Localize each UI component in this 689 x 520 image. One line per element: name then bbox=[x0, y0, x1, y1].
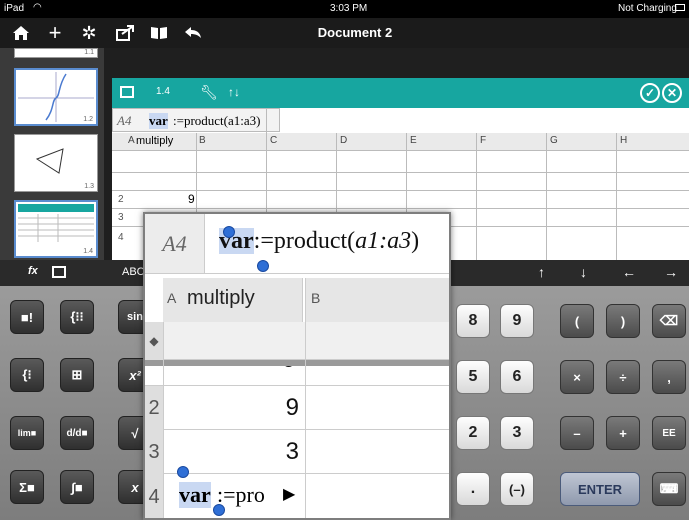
add-icon[interactable]: + bbox=[44, 20, 66, 45]
key-negative[interactable]: (–) bbox=[500, 472, 534, 506]
battery-icon bbox=[675, 4, 685, 11]
formula-arg: a1:a3 bbox=[355, 228, 412, 254]
key-9[interactable]: 9 bbox=[500, 304, 534, 338]
grid-template-key[interactable]: ⊞ bbox=[60, 358, 94, 392]
close-paren-key[interactable]: ) bbox=[606, 304, 640, 338]
arrow-down-icon[interactable]: ↓ bbox=[580, 264, 587, 280]
open-paren-key[interactable]: ( bbox=[560, 304, 594, 338]
matrix-key[interactable]: {⁝⁝ bbox=[60, 300, 94, 334]
gear-icon[interactable]: ✲ bbox=[78, 22, 100, 44]
page-thumbnail-1-2[interactable]: 1.2 bbox=[14, 68, 98, 126]
status-bar: iPad ◠ 3:03 PM Not Charging bbox=[0, 0, 689, 18]
key-2[interactable]: 2 bbox=[456, 416, 490, 450]
arrow-left-icon[interactable]: ← bbox=[622, 264, 636, 280]
formula-row[interactable]: ◆ bbox=[145, 322, 449, 360]
wifi-icon: ◠ bbox=[33, 2, 42, 13]
formula-bar-small[interactable]: A4 var :=product(a1:a3) bbox=[112, 108, 280, 132]
magnifier-loupe: A4 var:=product(a1:a3) A multiply B ◆ 6 … bbox=[143, 212, 451, 520]
abc-tab[interactable]: ABC bbox=[122, 266, 145, 278]
grid-line bbox=[112, 172, 689, 173]
table-row[interactable]: 3 3 bbox=[145, 430, 449, 474]
fx-tab[interactable]: fx bbox=[28, 265, 38, 277]
template-icon[interactable] bbox=[52, 266, 66, 278]
table-row[interactable]: 6 bbox=[145, 366, 449, 386]
plus-key[interactable]: + bbox=[606, 416, 640, 450]
key-8[interactable]: 8 bbox=[456, 304, 490, 338]
formula-close: ) bbox=[411, 228, 420, 254]
cell-handle-start[interactable] bbox=[177, 466, 189, 478]
arrow-up-icon[interactable]: ↑ bbox=[538, 264, 545, 280]
grid-line bbox=[476, 133, 477, 263]
arrow-right-icon[interactable]: → bbox=[664, 264, 678, 280]
grid-line bbox=[112, 208, 689, 209]
divide-key[interactable]: ÷ bbox=[606, 360, 640, 394]
sort-icon[interactable]: ↑↓ bbox=[228, 85, 240, 99]
multiply-key[interactable]: × bbox=[560, 360, 594, 394]
comma-key[interactable]: , bbox=[652, 360, 686, 394]
grid-line bbox=[112, 190, 689, 191]
share-icon[interactable] bbox=[114, 22, 136, 44]
geometry-thumbnail-icon bbox=[35, 148, 64, 174]
delete-icon[interactable]: ⌫ bbox=[652, 304, 686, 338]
page-thumbnail-1-1[interactable]: 1.1 bbox=[14, 48, 98, 58]
page-tab[interactable]: 1.4 bbox=[156, 86, 170, 97]
limit-key[interactable]: lim■ bbox=[10, 416, 44, 450]
formula-bar[interactable]: var:=product(a1:a3) bbox=[205, 214, 449, 274]
device-label: iPad bbox=[4, 3, 25, 14]
overflow-arrow-icon: ▶ bbox=[283, 486, 296, 503]
grid-line bbox=[616, 133, 617, 263]
document-title: Document 2 bbox=[317, 25, 393, 40]
piecewise-key[interactable]: {⁝ bbox=[10, 358, 44, 392]
check-icon[interactable]: ✓ bbox=[640, 83, 660, 103]
page-thumbnail-1-3[interactable]: 1.3 bbox=[14, 134, 98, 192]
key-5[interactable]: 5 bbox=[456, 360, 490, 394]
selection-handle-end[interactable] bbox=[257, 260, 269, 272]
key-3[interactable]: 3 bbox=[500, 416, 534, 450]
sum-key[interactable]: Σ■ bbox=[10, 470, 44, 504]
cell-var: var bbox=[179, 482, 211, 508]
column-a-header[interactable]: A multiply bbox=[163, 278, 303, 322]
column-header-row: A multiply B C D E F G H bbox=[112, 133, 689, 151]
table-row[interactable]: 2 9 bbox=[145, 386, 449, 430]
wrench-icon[interactable]: 🔧︎ bbox=[200, 84, 218, 101]
cell-formula-truncated: :=pro bbox=[217, 482, 265, 507]
formula-fn: product( bbox=[273, 228, 356, 254]
charging-status: Not Charging bbox=[618, 3, 677, 14]
enter-key[interactable]: ENTER bbox=[560, 472, 640, 506]
formula-assign: := bbox=[253, 228, 274, 254]
undo-icon[interactable] bbox=[182, 22, 204, 44]
integral-key[interactable]: ∫■ bbox=[60, 470, 94, 504]
spreadsheet-titlebar: 1.4 🔧︎ ↑↓ ✓ ✕ bbox=[112, 78, 689, 108]
factorial-key[interactable]: ■! bbox=[10, 300, 44, 334]
grid-icon[interactable] bbox=[120, 86, 134, 98]
derivative-key[interactable]: d/d■ bbox=[60, 416, 94, 450]
column-b-header[interactable]: B bbox=[305, 278, 449, 322]
close-icon[interactable]: ✕ bbox=[662, 83, 682, 103]
table-row[interactable]: 4 var :=pro ▶ bbox=[145, 474, 449, 518]
keyboard-icon[interactable]: ⌨ bbox=[652, 472, 686, 506]
app-toolbar: + ✲ Document 2 bbox=[0, 18, 689, 48]
page-sorter: 1.1 1.2 1.3 1.4 bbox=[0, 48, 104, 260]
home-icon[interactable] bbox=[10, 22, 32, 44]
ee-key[interactable]: EE bbox=[652, 416, 686, 450]
grid-line bbox=[546, 133, 547, 263]
book-icon[interactable] bbox=[148, 22, 170, 44]
key-6[interactable]: 6 bbox=[500, 360, 534, 394]
cell-handle-end[interactable] bbox=[213, 504, 225, 516]
page-thumbnail-1-4[interactable]: 1.4 bbox=[14, 200, 98, 258]
clock: 3:03 PM bbox=[330, 3, 368, 14]
selection-handle-start[interactable] bbox=[223, 226, 235, 238]
key-decimal[interactable]: . bbox=[456, 472, 490, 506]
minus-key[interactable]: – bbox=[560, 416, 594, 450]
cell-reference: A4 bbox=[145, 214, 205, 274]
